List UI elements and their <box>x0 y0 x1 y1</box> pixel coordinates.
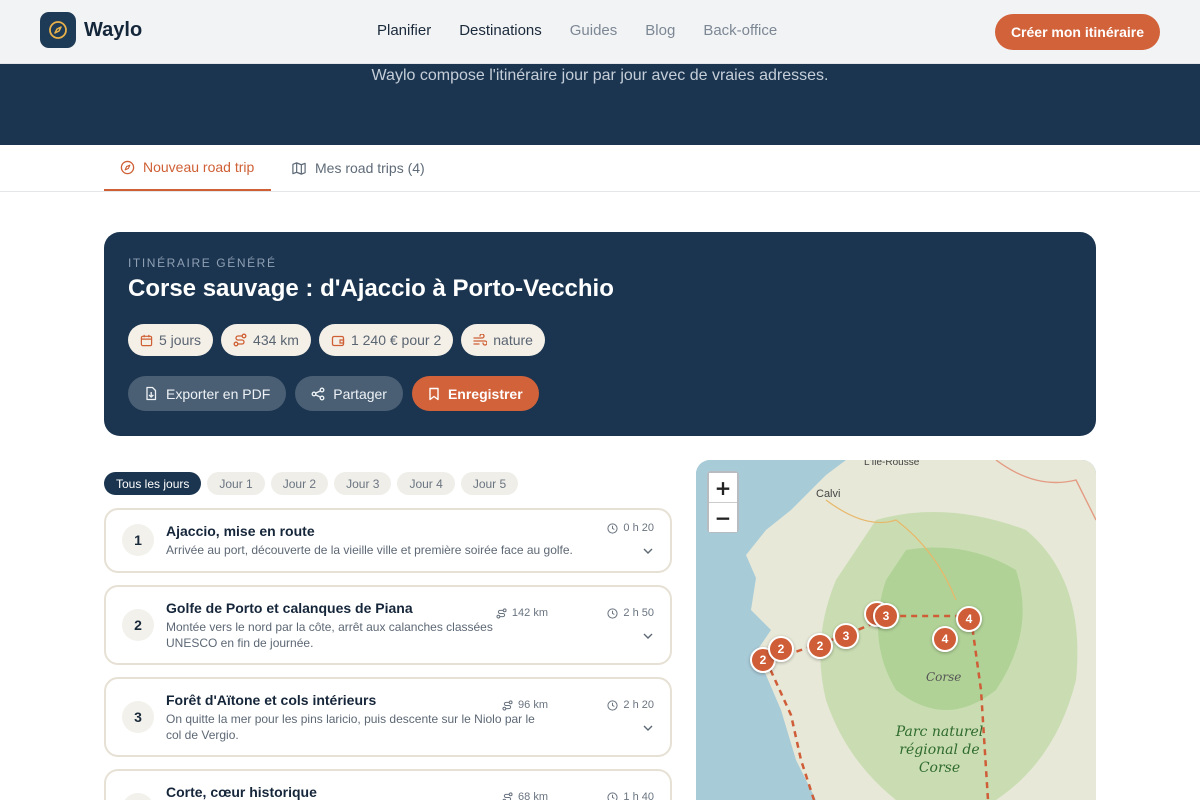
day-filter-all[interactable]: Tous les jours <box>104 472 202 495</box>
chevron-down-icon[interactable] <box>642 722 654 734</box>
route-icon <box>496 607 507 619</box>
day-duration: 1 h 40 <box>607 791 654 800</box>
clock-icon <box>607 699 618 711</box>
day-distance: 96 km <box>502 699 548 711</box>
day-card-4[interactable]: 4 Corte, cœur historique 68 km 1 h 40 <box>104 769 672 800</box>
route-map[interactable]: + − L'Île-Rousse Calvi Corse Parc nature… <box>696 460 1096 800</box>
chip-style: nature <box>461 324 545 356</box>
day-filter-2[interactable]: Jour 2 <box>270 472 329 495</box>
compass-icon <box>120 160 135 174</box>
day-number: 1 <box>122 524 154 556</box>
map-label-calvi: Calvi <box>816 488 841 500</box>
day-number: 3 <box>122 701 154 733</box>
day-description: Montée vers le nord par la côte, arrêt a… <box>166 620 493 650</box>
save-button[interactable]: Enregistrer <box>411 376 539 411</box>
day-filter-1[interactable]: Jour 1 <box>207 472 265 495</box>
day-filter: Tous les jours Jour 1 Jour 2 Jour 3 Jour… <box>104 472 519 495</box>
day-card-2[interactable]: 2 Golfe de Porto et calanques de Piana M… <box>104 585 672 665</box>
day-description: Arrivée au port, découverte de la vieill… <box>166 543 573 557</box>
export-pdf-button[interactable]: Exporter en PDF <box>128 376 287 411</box>
map-pin-day-2[interactable]: 2 <box>768 636 794 662</box>
chip-days-label: 5 jours <box>159 332 202 348</box>
trip-tabs: Nouveau road trip Mes road trips (4) <box>0 145 1200 192</box>
map-label-park: Parc naturel régional de Corse <box>895 724 984 776</box>
chip-style-label: nature <box>493 332 533 348</box>
zoom-out-button[interactable]: − <box>709 503 737 532</box>
map-pin-day-3[interactable]: 3 <box>833 623 859 649</box>
share-button[interactable]: Partager <box>295 376 403 411</box>
day-distance: 68 km <box>502 791 548 800</box>
create-itinerary-button[interactable]: Créer mon itinéraire <box>994 14 1160 50</box>
clock-icon <box>607 607 618 619</box>
nav-planifier[interactable]: Planifier <box>377 22 431 39</box>
wind-icon <box>473 333 488 346</box>
map-pin-day-4[interactable]: 4 <box>956 606 982 632</box>
day-card-3[interactable]: 3 Forêt d'Aïtone et cols intérieurs On q… <box>104 677 672 757</box>
top-navigation: Waylo Planifier Destinations Guides Blog… <box>0 0 1200 64</box>
map-label-ile-rousse: L'Île-Rousse <box>864 460 920 468</box>
chip-budget: 1 240 € pour 2 <box>318 324 454 356</box>
nav-destinations[interactable]: Destinations <box>459 22 542 39</box>
tab-my-trips[interactable]: Mes road trips (4) <box>291 145 425 191</box>
map-pin-day-3[interactable]: 3 <box>873 603 899 629</box>
hero-subtitle: Waylo compose l'itinéraire jour par jour… <box>371 67 829 84</box>
day-number: 2 <box>122 609 154 641</box>
chip-days: 5 jours <box>128 324 214 356</box>
file-download-icon <box>146 386 157 401</box>
share-label: Partager <box>333 385 387 402</box>
brand-name: Waylo <box>84 18 143 41</box>
nav-back-office[interactable]: Back-office <box>703 22 777 39</box>
map-pin-day-2[interactable]: 2 <box>807 633 833 659</box>
chevron-down-icon[interactable] <box>642 545 654 557</box>
day-number: 4 <box>122 793 154 800</box>
day-duration: 2 h 50 <box>607 607 654 619</box>
route-icon <box>233 333 247 347</box>
export-pdf-label: Exporter en PDF <box>166 385 271 402</box>
hero-banner: Waylo compose l'itinéraire jour par jour… <box>0 64 1200 145</box>
route-icon <box>502 791 513 800</box>
chip-distance: 434 km <box>221 324 311 356</box>
day-title: Forêt d'Aïtone et cols intérieurs <box>166 692 377 708</box>
share-icon <box>311 387 325 400</box>
itinerary-summary-card: ITINÉRAIRE GÉNÉRÉ Corse sauvage : d'Ajac… <box>104 232 1096 436</box>
day-distance: 142 km <box>496 607 548 619</box>
tab-new-trip-label: Nouveau road trip <box>143 159 255 175</box>
itinerary-actions: Exporter en PDF Partager Enregistrer <box>128 376 539 411</box>
zoom-in-button[interactable]: + <box>709 473 737 502</box>
clock-icon <box>607 522 618 534</box>
chip-distance-label: 434 km <box>253 332 299 348</box>
calendar-icon <box>140 334 153 346</box>
map-icon <box>292 161 306 175</box>
map-pin-day-4[interactable]: 4 <box>932 626 958 652</box>
nav-guides[interactable]: Guides <box>570 22 618 39</box>
day-duration: 2 h 20 <box>607 699 654 711</box>
compass-icon <box>40 12 76 48</box>
chevron-down-icon[interactable] <box>642 630 654 642</box>
day-description: On quitte la mer pour les pins laricio, … <box>166 712 535 742</box>
day-filter-3[interactable]: Jour 3 <box>334 472 392 495</box>
itinerary-eyebrow: ITINÉRAIRE GÉNÉRÉ <box>128 256 277 270</box>
day-card-1[interactable]: 1 Ajaccio, mise en route Arrivée au port… <box>104 508 672 573</box>
day-filter-4[interactable]: Jour 4 <box>397 472 455 495</box>
main-nav: Planifier Destinations Guides Blog Back-… <box>377 22 777 39</box>
day-duration: 0 h 20 <box>607 522 654 534</box>
tab-new-trip[interactable]: Nouveau road trip <box>104 145 271 191</box>
map-zoom-controls: + − <box>707 471 739 533</box>
chip-budget-label: 1 240 € pour 2 <box>350 332 442 348</box>
day-title: Corte, cœur historique <box>166 784 317 800</box>
day-title: Golfe de Porto et calanques de Piana <box>166 600 413 616</box>
nav-blog[interactable]: Blog <box>645 22 675 39</box>
itinerary-title: Corse sauvage : d'Ajaccio à Porto-Vecchi… <box>128 275 614 302</box>
clock-icon <box>607 791 618 800</box>
bookmark-icon <box>429 387 439 400</box>
day-filter-5[interactable]: Jour 5 <box>460 472 519 495</box>
brand-logo[interactable]: Waylo <box>40 12 142 48</box>
map-label-corse: Corse <box>926 670 962 684</box>
day-title: Ajaccio, mise en route <box>166 523 315 539</box>
tab-my-trips-label: Mes road trips (4) <box>315 160 425 176</box>
itinerary-chips: 5 jours 434 km 1 240 € pour 2 nature <box>128 324 545 356</box>
save-label: Enregistrer <box>447 385 523 402</box>
route-icon <box>502 699 513 711</box>
wallet-icon <box>331 335 345 346</box>
